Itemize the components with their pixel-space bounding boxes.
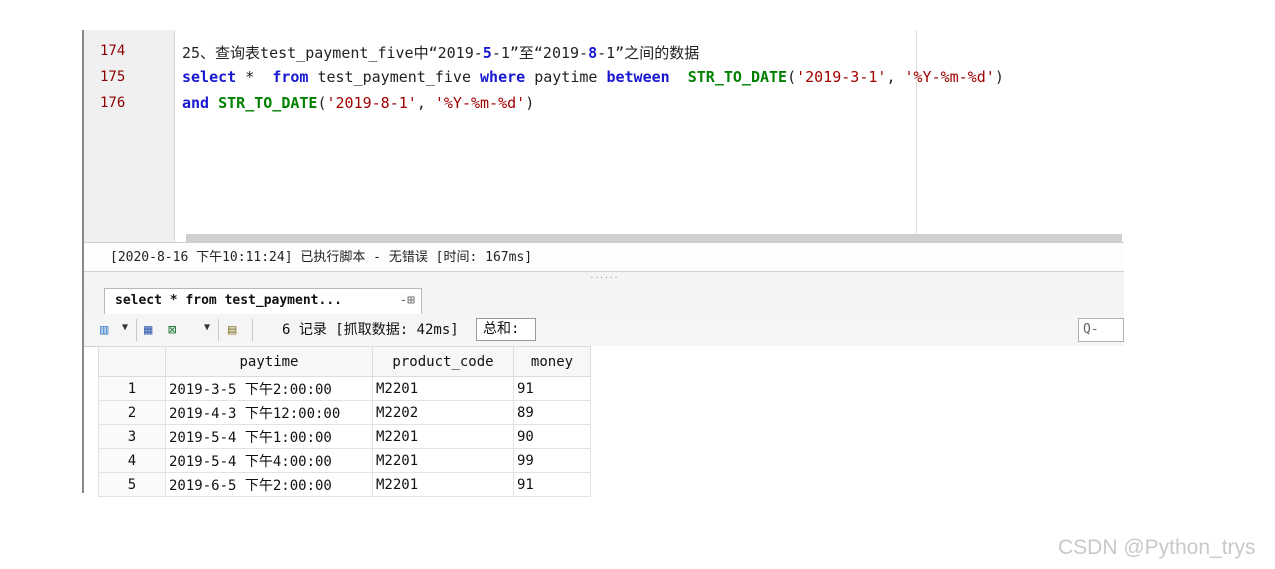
column-header-paytime[interactable]: paytime xyxy=(165,346,373,377)
code-token: ) xyxy=(525,94,535,112)
code-token: ( xyxy=(317,94,327,112)
cell-paytime[interactable]: 2019-4-3 下午12:00:00 xyxy=(165,400,373,425)
row-number[interactable]: 3 xyxy=(98,424,166,449)
row-number[interactable]: 4 xyxy=(98,448,166,473)
cell-paytime[interactable]: 2019-3-5 下午2:00:00 xyxy=(165,376,373,401)
search-input[interactable]: Q- xyxy=(1078,318,1124,342)
code-token: , xyxy=(886,68,905,86)
table-row[interactable]: 1 2019-3-5 下午2:00:00 M2201 91 xyxy=(98,376,591,401)
code-token: 25、查询表test_payment_five中“2019- xyxy=(182,44,483,62)
cell-money[interactable]: 91 xyxy=(513,376,591,401)
table-row[interactable]: 4 2019-5-4 下午4:00:00 M2201 99 xyxy=(98,448,591,473)
code-token: STR_TO_DATE xyxy=(687,68,788,86)
result-tab[interactable]: select * from test_payment... -⊞ xyxy=(104,288,422,314)
table-row[interactable]: 5 2019-6-5 下午2:00:00 M2201 91 xyxy=(98,472,591,497)
table-row[interactable]: 2 2019-4-3 下午12:00:00 M2202 89 xyxy=(98,400,591,425)
code-token: 5 xyxy=(482,44,492,62)
row-number[interactable]: 1 xyxy=(98,376,166,401)
result-tab-label: select * from test_payment... xyxy=(115,293,342,308)
cell-product-code[interactable]: M2201 xyxy=(372,472,514,497)
row-number[interactable]: 5 xyxy=(98,472,166,497)
code-token: 8 xyxy=(588,44,598,62)
chart-icon[interactable]: ▥ xyxy=(100,321,108,339)
pin-icon[interactable]: -⊞ xyxy=(399,289,415,313)
code-token: '%Y-%m-%d' xyxy=(434,94,526,112)
line-number-gutter xyxy=(84,30,175,242)
edit-grid-icon[interactable]: ▦ xyxy=(144,321,152,339)
code-token: * xyxy=(236,68,273,86)
code-token: ( xyxy=(787,68,797,86)
row-number-header xyxy=(98,346,166,377)
cell-product-code[interactable]: M2202 xyxy=(372,400,514,425)
code-token: , xyxy=(416,94,435,112)
record-count: 6 记录 [抓取数据: 42ms] xyxy=(282,322,459,338)
execution-status-bar: [2020-8-16 下午10:11:24] 已执行脚本 - 无错误 [时间: … xyxy=(84,242,1124,272)
result-grid: paytime product_code money 1 2019-3-5 下午2… xyxy=(98,346,1124,497)
result-tab-bar: select * from test_payment... -⊞ xyxy=(84,284,1124,315)
sum-field[interactable]: 总和: xyxy=(476,318,536,341)
code-token: from xyxy=(272,68,309,86)
code-editor[interactable]: 174 25、查询表test_payment_five中“2019-5-1”至“2… xyxy=(84,30,1124,242)
cell-product-code[interactable]: M2201 xyxy=(372,424,514,449)
pane-splitter[interactable]: ...... xyxy=(84,272,1124,284)
line-number: 176 xyxy=(100,95,126,111)
code-token: ) xyxy=(994,68,1004,86)
watermark-text: CSDN @Python_trys xyxy=(1058,536,1256,559)
cell-money[interactable]: 99 xyxy=(513,448,591,473)
code-token: paytime xyxy=(525,68,607,86)
code-token: between xyxy=(606,68,670,86)
code-token: STR_TO_DATE xyxy=(218,94,318,112)
toolbar-divider xyxy=(218,319,219,341)
cell-paytime[interactable]: 2019-6-5 下午2:00:00 xyxy=(165,472,373,497)
code-token: '2019-3-1' xyxy=(796,68,887,86)
sql-editor-window: 174 25、查询表test_payment_five中“2019-5-1”至“2… xyxy=(82,30,1124,497)
cell-money[interactable]: 90 xyxy=(513,424,591,449)
column-header-money[interactable]: money xyxy=(513,346,591,377)
code-line[interactable]: and STR_TO_DATE('2019-8-1', '%Y-%m-%d') xyxy=(182,94,534,112)
excel-export-icon[interactable]: ⊠ xyxy=(168,321,176,339)
editor-horizontal-scrollbar[interactable] xyxy=(186,234,1122,242)
line-number: 174 xyxy=(100,43,126,59)
code-token: select xyxy=(182,68,237,86)
cell-money[interactable]: 91 xyxy=(513,472,591,497)
script-icon[interactable]: ▤ xyxy=(228,321,236,339)
cell-paytime[interactable]: 2019-5-4 下午1:00:00 xyxy=(165,424,373,449)
row-number[interactable]: 2 xyxy=(98,400,166,425)
cell-money[interactable]: 89 xyxy=(513,400,591,425)
toolbar-divider xyxy=(136,319,137,341)
result-toolbar: ▥ ▼ ▦ ⊠ ▼ ▤ 6 记录 [抓取数据: 42ms] 总和: Q- xyxy=(84,314,1124,347)
chevron-down-icon[interactable]: ▼ xyxy=(204,322,210,333)
code-line[interactable]: select * from test_payment_five where pa… xyxy=(182,68,1004,86)
code-token: '2019-8-1' xyxy=(326,94,417,112)
cell-product-code[interactable]: M2201 xyxy=(372,448,514,473)
chevron-down-icon[interactable]: ▼ xyxy=(122,322,128,333)
code-token: '%Y-%m-%d' xyxy=(904,68,995,86)
code-token: -1”至“2019- xyxy=(491,44,589,62)
cell-product-code[interactable]: M2201 xyxy=(372,376,514,401)
editor-margin-line xyxy=(916,30,917,242)
code-line[interactable]: 25、查询表test_payment_five中“2019-5-1”至“2019… xyxy=(182,42,699,63)
table-row[interactable]: 3 2019-5-4 下午1:00:00 M2201 90 xyxy=(98,424,591,449)
cell-paytime[interactable]: 2019-5-4 下午4:00:00 xyxy=(165,448,373,473)
line-number: 175 xyxy=(100,69,126,85)
toolbar-divider xyxy=(252,319,253,341)
code-token: where xyxy=(480,68,526,86)
code-token: and xyxy=(182,94,210,112)
code-token: -1”之间的数据 xyxy=(597,44,700,62)
code-token: test_payment_five xyxy=(308,68,481,86)
column-header-product-code[interactable]: product_code xyxy=(372,346,514,377)
